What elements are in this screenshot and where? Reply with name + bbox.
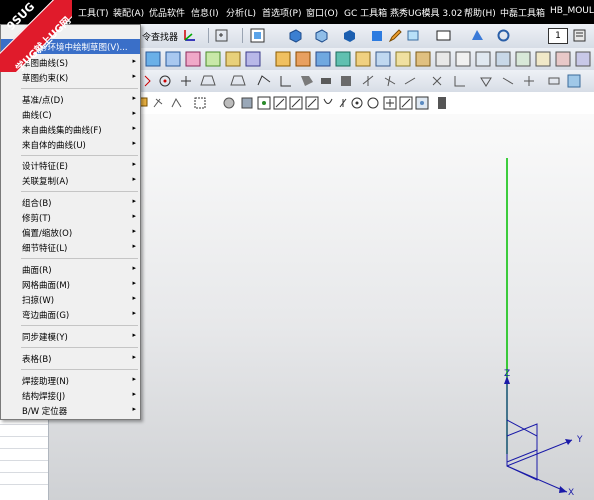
menu-item-trim[interactable]: 修剪(T) ▸ xyxy=(1,210,140,225)
menu-assembly[interactable]: 装配(A) xyxy=(113,6,144,19)
csys-icon[interactable] xyxy=(182,28,197,43)
command-finder-label[interactable]: 令查找器 xyxy=(142,30,178,43)
menu-item-sketch-in-task[interactable]: 在任务环境中绘制草图(V)... xyxy=(1,39,140,54)
menu-item-combine[interactable]: 组合(B) ▸ xyxy=(1,195,140,210)
menu-item-bw-locator[interactable]: B/W 定位器 ▸ xyxy=(1,403,140,418)
rotate-icon[interactable] xyxy=(496,28,511,43)
menu-item-sketch-constraint[interactable]: 草图约束(K) ▸ xyxy=(1,70,140,85)
cube-solid-icon[interactable] xyxy=(342,28,357,43)
menu-item-flange-surface[interactable]: 弯边曲面(G) ▸ xyxy=(1,307,140,322)
snap-icon[interactable] xyxy=(214,28,229,43)
layer-icon[interactable] xyxy=(470,28,485,43)
menu-analysis[interactable]: 分析(L) xyxy=(226,6,256,19)
menu-item-curve-from-body[interactable]: 来自体的曲线(U) ▸ xyxy=(1,137,140,152)
menu-item-design-feature[interactable]: 设计特征(E) ▸ xyxy=(1,158,140,173)
menu-item-detail-feature[interactable]: 细节特征(L) ▸ xyxy=(1,240,140,255)
menu-item-sketch-curve[interactable]: 草图曲线(S) ▸ xyxy=(1,55,140,70)
pencil-icon[interactable] xyxy=(388,28,403,43)
fit-view-icon[interactable] xyxy=(250,28,265,43)
menu-preferences[interactable]: 首选项(P) xyxy=(262,6,301,19)
menu-help[interactable]: 帮助(H) xyxy=(464,6,496,19)
x-axis-label: X xyxy=(568,488,575,498)
menu-item-datum-point[interactable]: 基准/点(D) ▸ xyxy=(1,92,140,107)
shaded-view-icon[interactable] xyxy=(288,28,303,43)
menu-window[interactable]: 窗口(O) xyxy=(306,6,338,19)
menu-zhonglei-toolbox[interactable]: 中磊工具箱 xyxy=(500,6,545,19)
rectangle-icon[interactable] xyxy=(436,28,451,43)
menu-info[interactable]: 信息(I) xyxy=(191,6,219,19)
cube-view-icon[interactable] xyxy=(314,28,329,43)
layer-dropdown[interactable]: 1 xyxy=(548,28,568,44)
menu-item-mesh-surface[interactable]: 网格曲面(M) ▸ xyxy=(1,277,140,292)
menu-item-curve-from-curves[interactable]: 来自曲线集的曲线(F) ▸ xyxy=(1,122,140,137)
layer-settings-icon[interactable] xyxy=(572,28,587,43)
menu-tools[interactable]: 工具(T) xyxy=(78,6,109,19)
blue-cube-icon[interactable] xyxy=(370,28,385,43)
menu-item-associative-copy[interactable]: 关联复制(A) ▸ xyxy=(1,173,140,188)
menu-yanxiu-mold[interactable]: 燕秀UG模具 3.02 xyxy=(390,6,462,19)
view-orient-icon[interactable] xyxy=(406,28,421,43)
menu-item-curve[interactable]: 曲线(C) ▸ xyxy=(1,107,140,122)
menubar: 工具(T) 装配(A) 优品软件 信息(I) 分析(L) 首选项(P) 窗口(O… xyxy=(0,0,594,24)
menu-hb-mould[interactable]: HB_MOULD xyxy=(550,6,594,16)
menu-item-sweep[interactable]: 扫掠(W) ▸ xyxy=(1,292,140,307)
menu-item-synchronous-modeling[interactable]: 同步建模(Y) ▸ xyxy=(1,329,140,344)
menu-item-table[interactable]: 表格(B) ▸ xyxy=(1,351,140,366)
menu-item-weld-assistant[interactable]: 焊接助理(N) ▸ xyxy=(1,373,140,388)
z-axis-label: Z xyxy=(504,369,511,379)
menu-youpin-software[interactable]: 优品软件 xyxy=(149,6,185,19)
menu-item-surface[interactable]: 曲面(R) ▸ xyxy=(1,262,140,277)
menu-item-offset-scale[interactable]: 偏置/缩放(O) ▸ xyxy=(1,225,140,240)
menu-gc-toolbox[interactable]: GC 工具箱 xyxy=(344,6,387,19)
insert-menu: 在任务环境中绘制草图(V)... 草图曲线(S) ▸ 草图约束(K) ▸ 基准/点(… xyxy=(0,24,141,420)
y-axis-label: Y xyxy=(577,435,583,445)
menu-item-structural-weld[interactable]: 结构焊接(J) ▸ xyxy=(1,388,140,403)
